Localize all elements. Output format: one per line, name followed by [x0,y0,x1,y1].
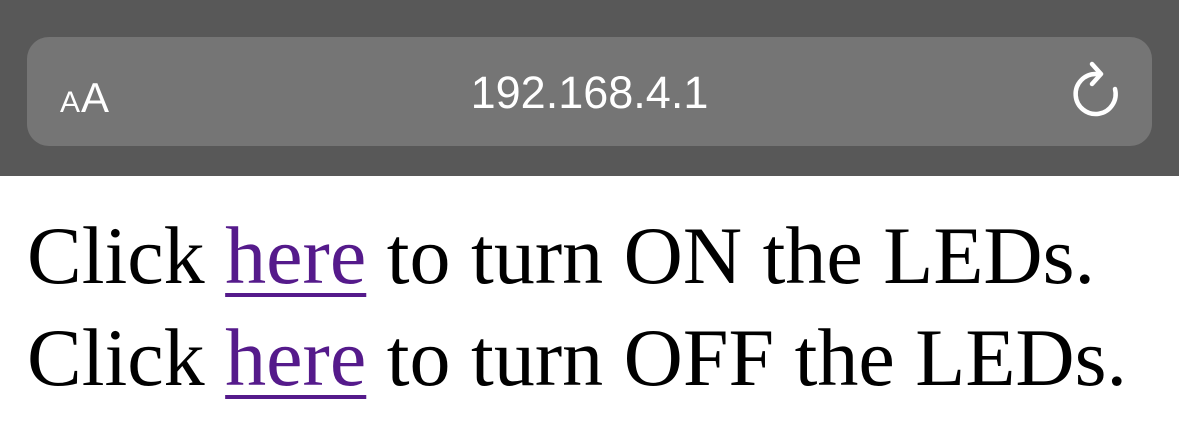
reload-icon [1073,61,1118,117]
led-on-line: Click here to turn ON the LEDs. [27,205,1167,307]
page-content: Click here to turn ON the LEDs. Click he… [27,205,1167,409]
led-on-suffix: to turn ON the LEDs. [366,210,1096,301]
led-on-prefix: Click [27,210,226,301]
led-off-suffix: to turn OFF the LEDs. [366,312,1128,403]
url-field[interactable]: 192.168.4.1 [0,66,1179,120]
led-off-link[interactable]: here [225,312,366,403]
led-off-prefix: Click [27,312,226,403]
reload-button[interactable] [1070,60,1126,120]
led-off-line: Click here to turn OFF the LEDs. [27,307,1167,409]
led-on-link[interactable]: here [225,210,366,301]
